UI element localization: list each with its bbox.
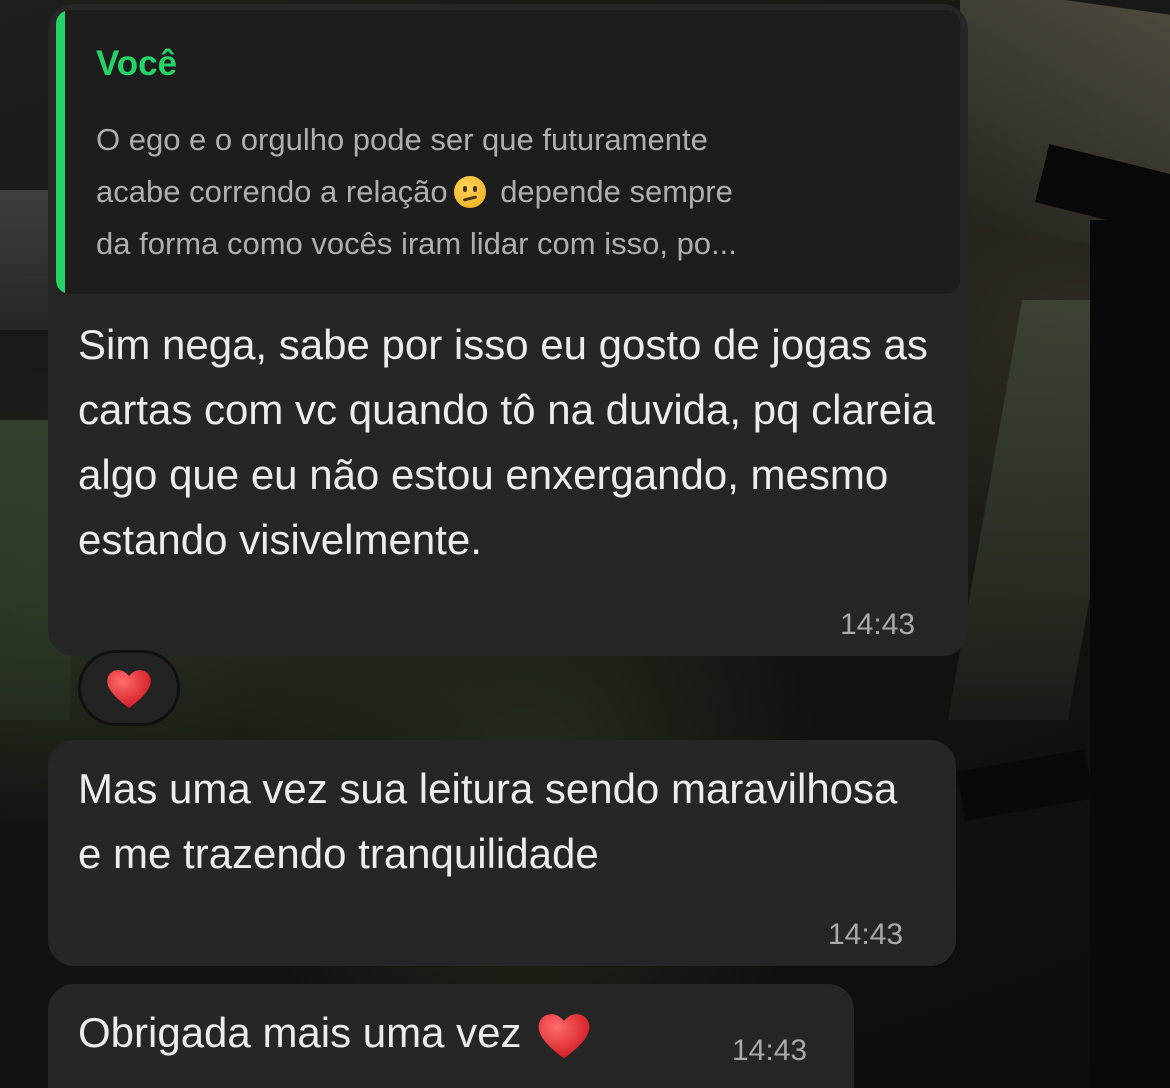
quote-text: O ego e o orgulho pode ser que futuramen…	[96, 122, 737, 261]
chat-screen: Você O ego e o orgulho pode ser que futu…	[0, 0, 1170, 1088]
message-text: Mas uma vez sua leitura sendo maravilhos…	[78, 765, 898, 877]
face-with-diagonal-mouth-icon	[453, 176, 486, 208]
heart-icon	[105, 666, 153, 710]
heart-icon	[536, 1009, 592, 1061]
message-timestamp: 14:43	[828, 918, 904, 951]
message-text: Obrigada mais uma vez	[78, 1000, 718, 1065]
message-text: Sim nega, sabe por isso eu gosto de joga…	[78, 321, 935, 563]
quote-author: Você	[96, 44, 178, 83]
message-timestamp: 14:43	[732, 1034, 808, 1067]
message-timestamp: 14:43	[840, 608, 916, 641]
quoted-reply[interactable]: Você O ego e o orgulho pode ser que futu…	[56, 10, 960, 294]
message-reaction[interactable]	[78, 650, 180, 726]
quote-accent-bar	[56, 10, 65, 294]
